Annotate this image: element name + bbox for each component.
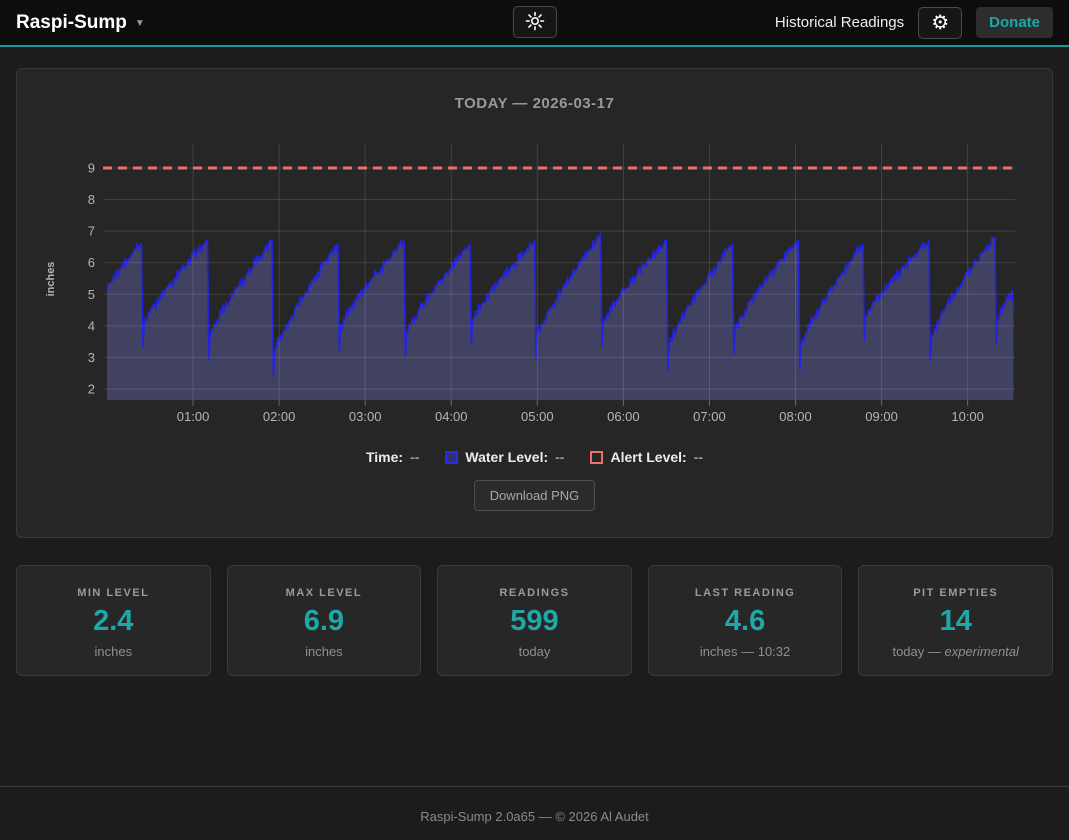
stat-sub: today (438, 644, 631, 659)
gear-icon: ⚙ (931, 13, 949, 33)
stat-sub: inches (228, 644, 421, 659)
stat-card-pit-empties: PIT EMPTIES 14 today — experimental (858, 565, 1053, 676)
legend-water-label: Water Level: (465, 449, 548, 465)
stat-label: LAST READING (649, 587, 842, 599)
stat-label: PIT EMPTIES (859, 587, 1052, 599)
legend-time-value: -- (410, 449, 419, 465)
stat-card-max-level: MAX LEVEL 6.9 inches (227, 565, 422, 676)
svg-text:08:00: 08:00 (779, 409, 812, 424)
sun-icon (525, 11, 545, 34)
stat-card-readings: READINGS 599 today (437, 565, 632, 676)
svg-text:3: 3 (87, 350, 94, 365)
download-png-button[interactable]: Download PNG (474, 480, 596, 511)
chart-legend: Time: -- Water Level: -- Alert Level: -- (17, 449, 1052, 465)
svg-text:09:00: 09:00 (865, 409, 898, 424)
svg-text:2: 2 (87, 382, 94, 397)
water-level-chart: 2 3 4 5 6 7 8 9 01:00 02:00 03:00 04:00 05:00 06:00 07… (40, 131, 1030, 431)
donate-button[interactable]: Donate (976, 7, 1053, 38)
svg-text:06:00: 06:00 (607, 409, 640, 424)
stat-label: MAX LEVEL (228, 587, 421, 599)
stat-sub: inches — 10:32 (649, 644, 842, 659)
stat-label: MIN LEVEL (17, 587, 210, 599)
legend-alert-label: Alert Level: (610, 449, 686, 465)
svg-text:03:00: 03:00 (348, 409, 381, 424)
chart-title: TODAY — 2026-03-17 (17, 69, 1052, 115)
stats-row: MIN LEVEL 2.4 inches MAX LEVEL 6.9 inche… (16, 565, 1053, 676)
stat-value: 2.4 (17, 605, 210, 638)
stat-value: 4.6 (649, 605, 842, 638)
stat-value: 599 (438, 605, 631, 638)
legend-water-value: -- (555, 449, 564, 465)
legend-time-label: Time: (366, 449, 403, 465)
svg-text:8: 8 (87, 192, 94, 207)
stat-sub: inches (17, 644, 210, 659)
stat-card-min-level: MIN LEVEL 2.4 inches (16, 565, 211, 676)
svg-text:01:00: 01:00 (176, 409, 209, 424)
svg-text:05:00: 05:00 (521, 409, 554, 424)
svg-text:9: 9 (87, 161, 94, 176)
brand-title: Raspi-Sump (16, 12, 127, 34)
chart-panel: TODAY — 2026-03-17 2 3 4 5 6 7 8 9 01:00 02:00 03:… (16, 68, 1053, 538)
stat-label: READINGS (438, 587, 631, 599)
svg-text:4: 4 (87, 318, 94, 333)
footer-text: Raspi-Sump 2.0a65 — © 2026 Al Audet (0, 787, 1069, 824)
svg-text:02:00: 02:00 (262, 409, 295, 424)
stat-value: 14 (859, 605, 1052, 638)
svg-text:inches: inches (45, 262, 57, 297)
svg-text:7: 7 (87, 224, 94, 239)
svg-text:07:00: 07:00 (693, 409, 726, 424)
water-level-swatch-icon (445, 451, 458, 464)
chevron-down-icon: ▼ (135, 16, 145, 29)
alert-level-swatch-icon (590, 451, 603, 464)
navbar: Raspi-Sump ▼ Historical Readings ⚙ Donat… (0, 0, 1069, 47)
theme-toggle-button[interactable] (513, 6, 557, 38)
legend-alert-level: Alert Level: -- (590, 449, 703, 465)
stat-card-last-reading: LAST READING 4.6 inches — 10:32 (648, 565, 843, 676)
settings-button[interactable]: ⚙ (918, 7, 962, 39)
historical-readings-link[interactable]: Historical Readings (775, 14, 904, 31)
svg-text:10:00: 10:00 (951, 409, 984, 424)
legend-water-level: Water Level: -- (445, 449, 564, 465)
svg-text:5: 5 (87, 287, 94, 302)
stat-sub: today — experimental (859, 644, 1052, 659)
legend-alert-value: -- (694, 449, 703, 465)
stat-value: 6.9 (228, 605, 421, 638)
svg-text:04:00: 04:00 (434, 409, 467, 424)
brand-menu[interactable]: Raspi-Sump ▼ (16, 12, 145, 34)
legend-time: Time: -- (366, 449, 419, 465)
svg-text:6: 6 (87, 255, 94, 270)
stat-sub-italic: experimental (944, 644, 1018, 659)
